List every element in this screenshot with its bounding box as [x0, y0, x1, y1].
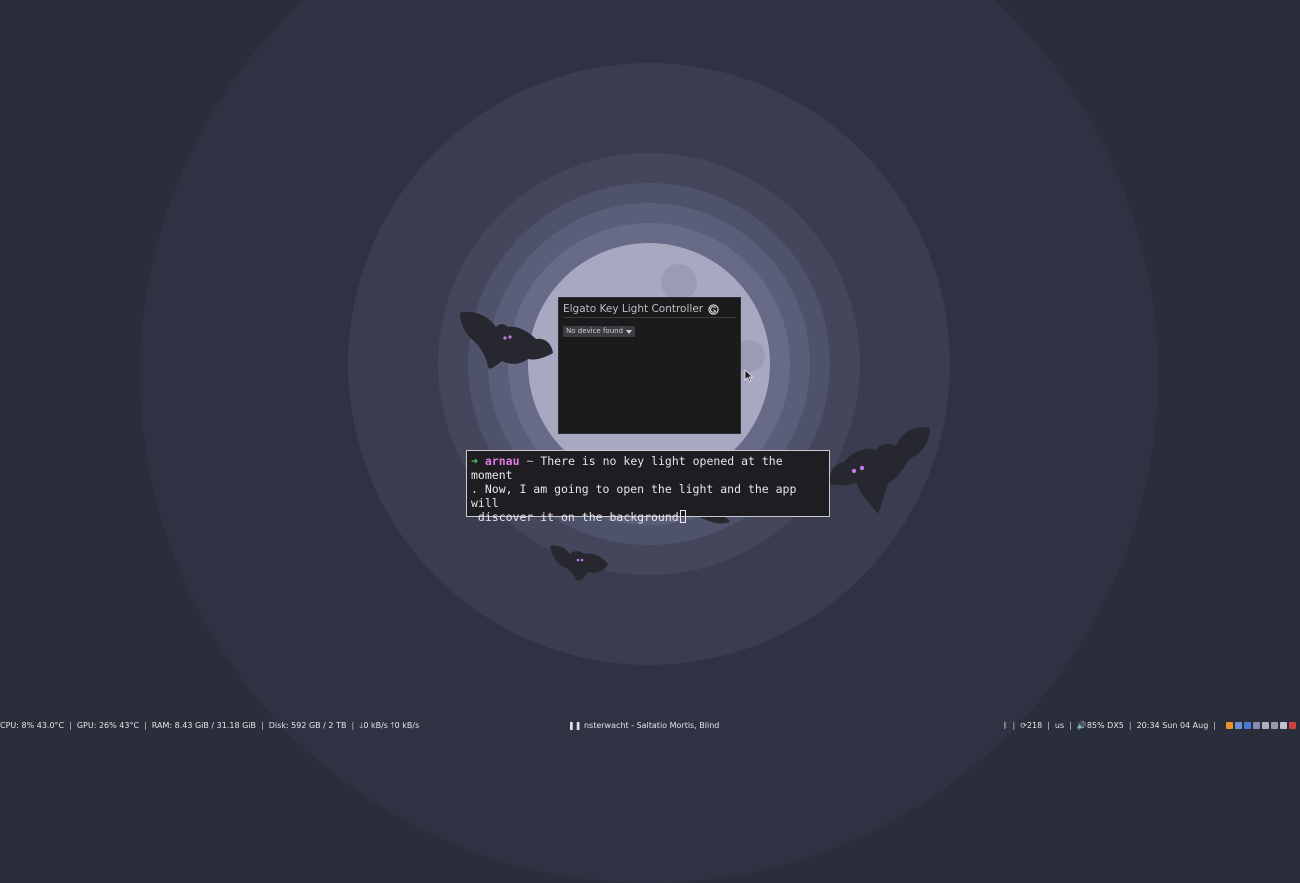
terminal-line: . Now, I am going to open the light and …: [471, 482, 825, 510]
terminal-window[interactable]: ➜ arnau ~ There is no key light opened a…: [466, 450, 830, 524]
terminal-text: . Now, I am going to open the light and …: [471, 482, 797, 510]
mouse-pointer-icon: [744, 369, 754, 383]
tray-app-icon[interactable]: [1271, 722, 1278, 729]
elgato-logo-icon: [708, 303, 719, 315]
moon-crater: [661, 264, 697, 300]
terminal-line: discover it on the background: [471, 510, 825, 524]
status-center[interactable]: ❚❚ nsterwacht - Saltatio Mortis, Blind: [568, 720, 719, 731]
terminal-text: discover it on the background: [471, 510, 679, 524]
prompt-user: arnau: [484, 454, 520, 468]
gpu-stat: GPU: 26% 43°C: [76, 721, 140, 730]
now-playing: nsterwacht - Saltatio Mortis, Blind: [583, 721, 720, 730]
bat-right: [829, 426, 930, 514]
system-tray: [1226, 722, 1296, 729]
tray-app-icon[interactable]: [1262, 722, 1269, 729]
app-title: Elgato Key Light Controller: [563, 303, 704, 315]
app-header: Elgato Key Light Controller: [563, 302, 736, 316]
clock: 20:34 Sun 04 Aug: [1136, 721, 1209, 730]
header-divider: [563, 317, 736, 318]
ram-stat: RAM: 8.43 GiB / 31.18 GiB: [151, 721, 257, 730]
updates-icon: ⟳: [1020, 721, 1027, 730]
tray-app-icon[interactable]: [1289, 722, 1296, 729]
cpu-stat: CPU: 8% 43.0°C: [0, 721, 65, 730]
volume-level[interactable]: 85% DX5: [1087, 720, 1124, 731]
status-left: CPU: 8% 43.0°C | GPU: 26% 43°C | RAM: 8.43 G…: [0, 721, 420, 730]
updates-count: 218: [1026, 721, 1043, 730]
device-select-value: No device found: [566, 327, 624, 335]
terminal-line: ➜ arnau ~ There is no key light opened a…: [471, 454, 825, 482]
disk-stat: Disk: 592 GB / 2 TB: [268, 721, 347, 730]
tray-app-icon[interactable]: [1244, 722, 1251, 729]
elgato-app-window: Elgato Key Light Controller No device fo…: [558, 297, 741, 434]
bat-left: [460, 311, 553, 369]
prompt-arrow-icon: ➜: [471, 454, 478, 468]
net-up-stat: 0 kB/s: [394, 721, 420, 730]
bluetooth-icon[interactable]: ᛒ: [1003, 720, 1008, 731]
bat-bottom: [550, 545, 608, 581]
keyboard-layout[interactable]: us: [1055, 720, 1064, 731]
chevron-down-icon: [626, 329, 633, 334]
prompt-path: ~: [526, 454, 534, 468]
pause-icon[interactable]: ❚❚: [568, 721, 581, 730]
tray-app-icon[interactable]: [1280, 722, 1287, 729]
device-select[interactable]: No device found: [563, 326, 636, 337]
tray-app-icon[interactable]: [1253, 722, 1260, 729]
tray-app-icon[interactable]: [1226, 722, 1233, 729]
volume-icon[interactable]: 🔊: [1077, 720, 1087, 731]
terminal-cursor: [679, 510, 686, 523]
tray-app-icon[interactable]: [1235, 722, 1242, 729]
status-bar: CPU: 8% 43.0°C | GPU: 26% 43°C | RAM: 8.43 G…: [0, 720, 1300, 731]
net-down-stat: 0 kB/s: [363, 721, 388, 730]
status-right: ᛒ | ⟳ 218 | us | 🔊 85% DX5 | 20:34 Sun 04 Aug |: [1003, 720, 1296, 731]
